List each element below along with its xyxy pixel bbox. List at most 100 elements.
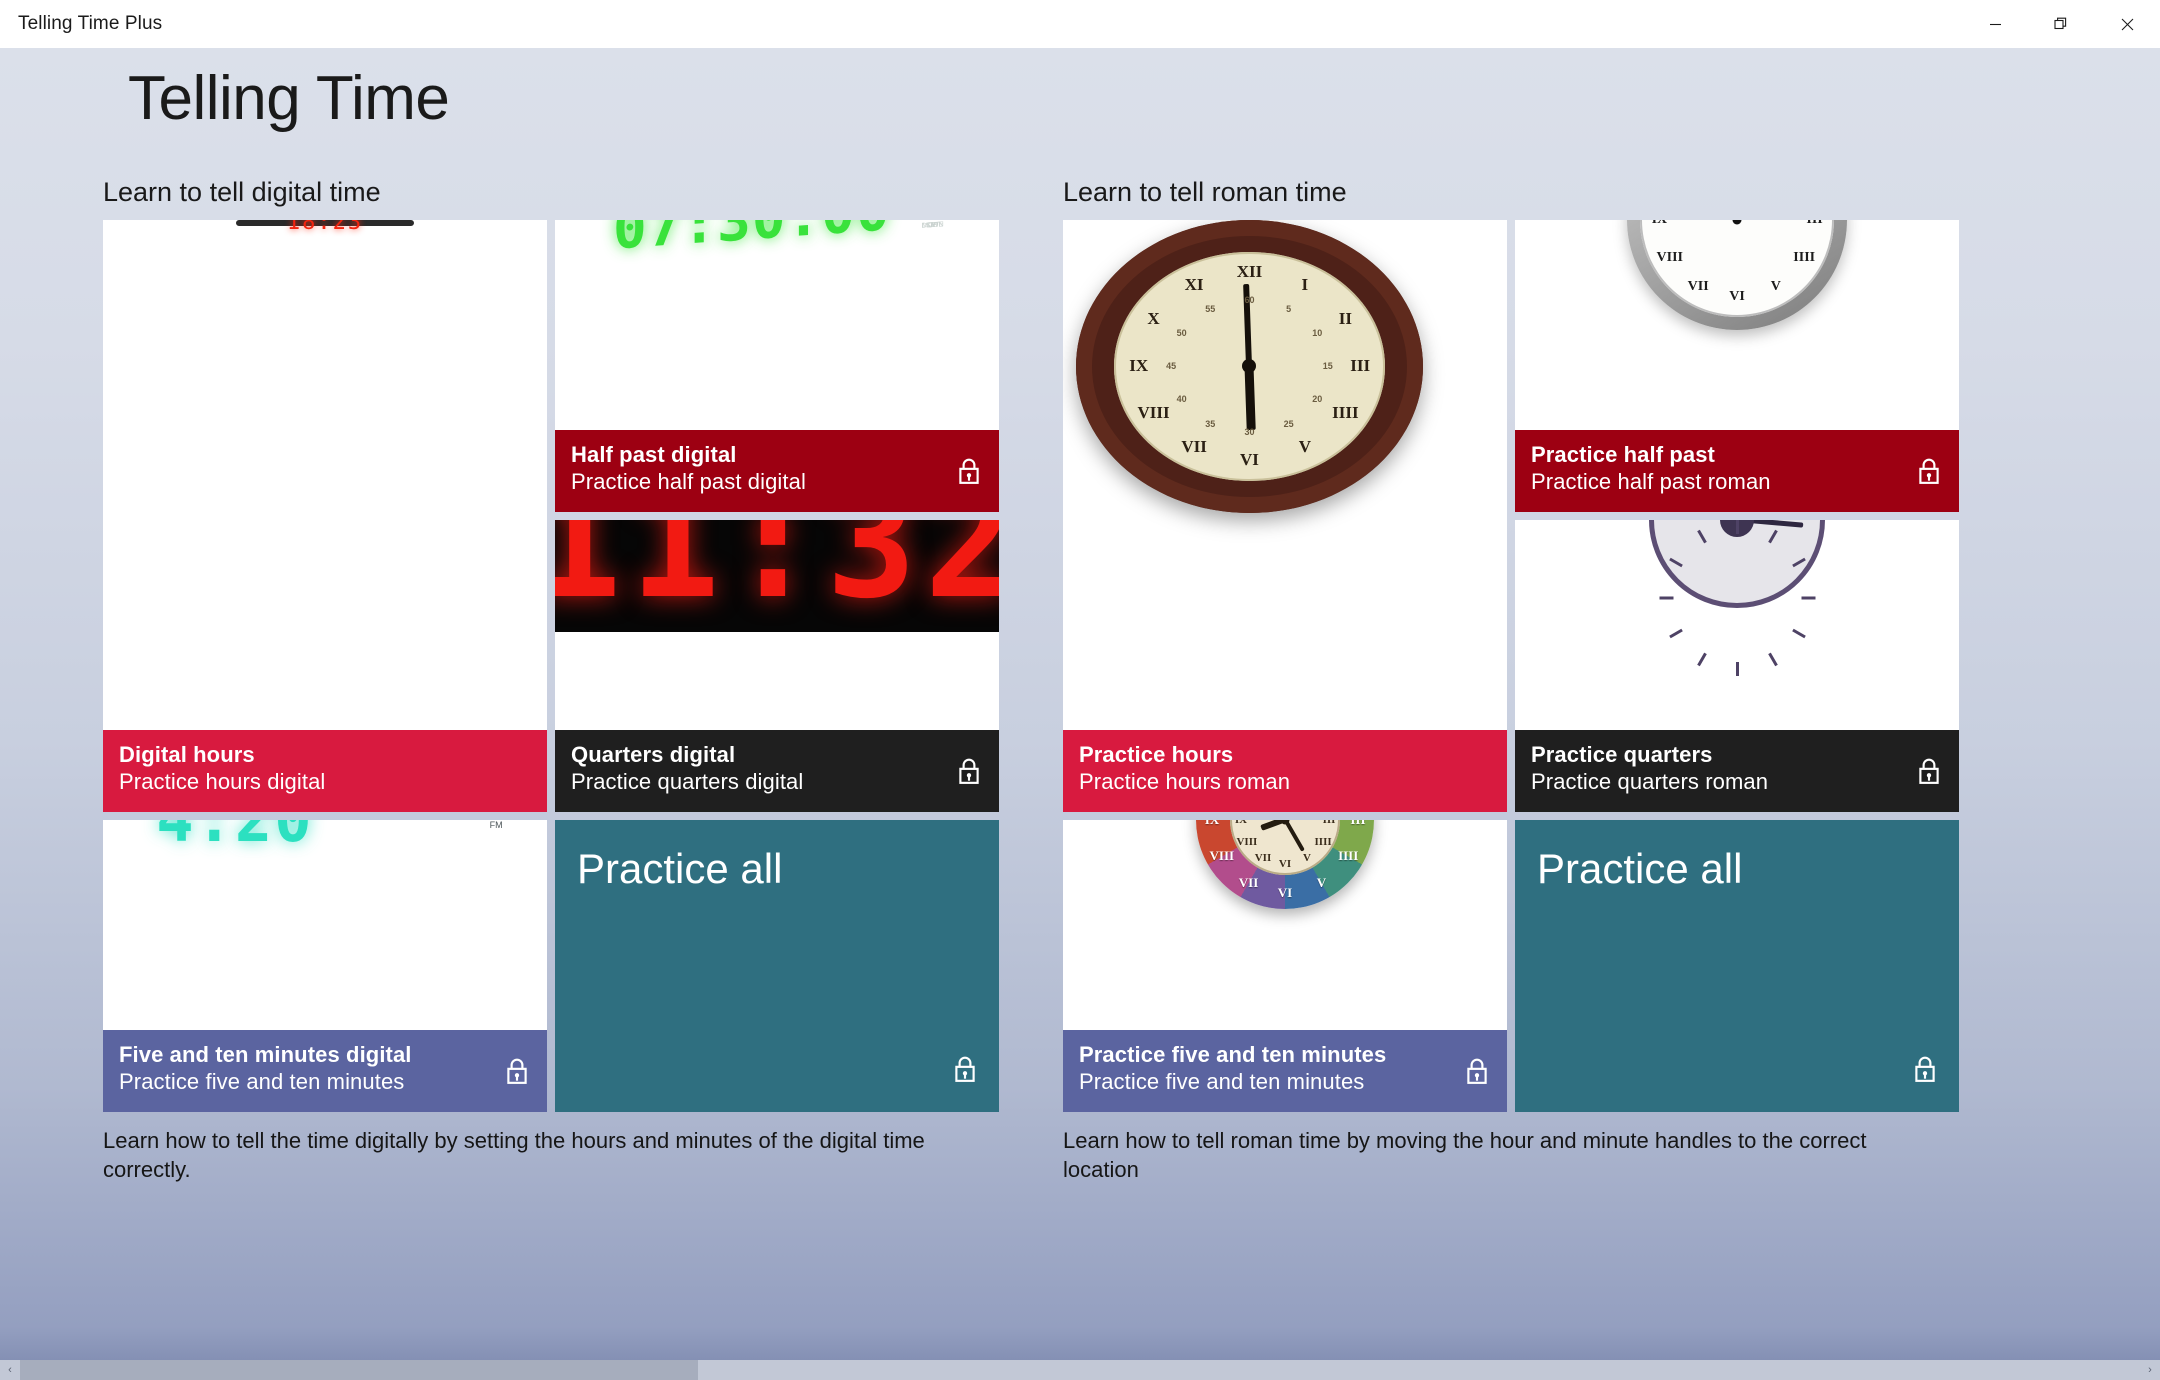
tile-caption: Digital hours Practice hours digital [103, 729, 547, 812]
clock-numeral: IX [1205, 820, 1219, 828]
scrollbar-track[interactable] [20, 1360, 2140, 1380]
art-label-right: FM [489, 819, 503, 830]
clock-minute-mark: 30 [1244, 427, 1255, 438]
close-icon [2121, 18, 2133, 30]
tile-grid-roman: I II III IIII V VI VII VIII IX X XI XII 5 10 15 20 25 30 3… [1063, 219, 1959, 1112]
tile-practice-quarters-roman[interactable]: Practice quarters Practice quarters roma… [1515, 519, 1959, 812]
clock-numeral: VIII [1236, 835, 1258, 848]
tile-grid-digital: 53 18:23 Digital hours Practice hours di… [103, 219, 999, 1112]
lock-icon [1913, 1055, 1937, 1088]
tile-practice-all-digital[interactable]: Practice all [555, 819, 999, 1112]
group-digital: Learn to tell digital time 53 18:23 Digi… [103, 177, 999, 1184]
tile-practice-all-roman[interactable]: Practice all [1515, 819, 1959, 1112]
restore-button[interactable] [2028, 0, 2094, 48]
clock-numeral: IIII [1338, 848, 1359, 864]
tile-title: Quarters digital [571, 741, 736, 767]
tile-caption: Quarters digital Practice quarters digit… [555, 729, 999, 812]
clock-minute-mark: 40 [1176, 394, 1187, 405]
clock-minute-mark: 5 [1286, 303, 1292, 314]
tile-subtitle: Practice hours roman [1079, 768, 1291, 794]
tile-quarters-digital[interactable]: 11:32 Quarters digital Practice quarters… [555, 519, 999, 812]
minimize-button[interactable] [1962, 0, 2028, 48]
app-surface: Telling Time Learn to tell digital time … [0, 48, 2160, 1380]
clock-tick [1659, 596, 1737, 600]
clock-numeral: VIII [1137, 403, 1170, 423]
tile-practice-hours-roman[interactable]: I II III IIII V VI VII VIII IX X XI XII 5 10 15 20 25 30 3… [1063, 219, 1507, 812]
clock-numeral: IIII [1314, 835, 1332, 848]
clock-numeral: V [1316, 874, 1327, 890]
restore-icon [2054, 17, 2067, 30]
clock-minute-mark: 20 [1312, 394, 1323, 405]
tile-caption: Practice hours Practice hours roman [1063, 729, 1507, 812]
close-button[interactable] [2094, 0, 2160, 48]
tile-caption: Practice five and ten minutes Practice f… [1063, 1029, 1507, 1112]
clock-minute-mark: 15 [1322, 361, 1333, 372]
tile-title: Five and ten minutes digital [119, 1041, 412, 1067]
clock-numeral: II [1338, 309, 1352, 329]
tile-subtitle: Practice quarters roman [1531, 768, 1769, 794]
clock-numeral: III [1322, 819, 1336, 826]
clock-numeral: I [1301, 275, 1309, 295]
scrollbar-thumb[interactable] [20, 1360, 699, 1380]
clock-numeral: III [1806, 220, 1822, 228]
lock-icon [957, 757, 981, 790]
clock-minute-mark: 55 [1205, 303, 1216, 314]
clock-tick [1737, 596, 1815, 600]
clock-numeral: XII [1236, 262, 1263, 282]
group-roman: Learn to tell roman time I II III IIII V… [1063, 177, 1959, 1184]
clock-numeral: IX [1652, 220, 1668, 228]
tile-half-past-digital[interactable]: 07:30.00 MODE SET UP DOWN Half past digi… [555, 219, 999, 512]
clock-numeral: III [1350, 820, 1365, 828]
tile-title: Practice hours [1079, 741, 1234, 767]
lock-icon [1917, 757, 1941, 790]
clock-numeral: VI [1240, 449, 1259, 469]
clock-minute-mark: 50 [1176, 328, 1187, 339]
tile-caption: Half past digital Practice half past dig… [555, 429, 999, 512]
art-digital-readout: 18:23 [286, 219, 364, 236]
page-title: Telling Time [128, 64, 450, 133]
clock-numeral: VI [1277, 884, 1293, 900]
art-digital-readout: 4:20 [156, 819, 314, 857]
tile-subtitle: Practice hours digital [119, 768, 326, 794]
tile-practice-half-past-roman[interactable]: IIIIIIIIIIVVIVIIVIIIIXXXIXII Practice ha… [1515, 219, 1959, 512]
clock-numeral: VIII [1209, 848, 1235, 864]
art-digital-readout: 11:32 [555, 519, 999, 632]
tile-title: Digital hours [119, 741, 255, 767]
clock-minute-mark: 35 [1205, 418, 1216, 429]
window-controls [1962, 0, 2160, 48]
clock-numeral: VII [1254, 851, 1272, 864]
group-scroller[interactable]: Learn to tell digital time 53 18:23 Digi… [0, 177, 2160, 1340]
tile-title: Half past digital [571, 441, 737, 467]
title-bar: Telling Time Plus [0, 0, 2160, 48]
clock-numeral: VII [1181, 437, 1207, 457]
clock-numeral: V [1303, 851, 1311, 864]
clock-minute-mark: 10 [1312, 328, 1323, 339]
minimize-icon [1989, 23, 2001, 25]
tile-practice-five-and-ten-minutes-roman[interactable]: OLD TOWNSTANDARD IIIIIIIIIIVVIVIIVIIIIXX… [1063, 819, 1507, 1112]
tile-caption: Practice half past Practice half past ro… [1515, 429, 1959, 512]
clock-minute-mark: 45 [1166, 361, 1177, 372]
group-heading-roman: Learn to tell roman time [1063, 177, 1347, 207]
lock-icon [1465, 1057, 1489, 1090]
group-footer-roman: Learn how to tell roman time by moving t… [1063, 1127, 1867, 1182]
clock-numeral: IIII [1793, 250, 1816, 266]
group-footer-digital: Learn how to tell the time digitally by … [103, 1127, 925, 1182]
tile-five-and-ten-minutes-digital[interactable]: 4:20 FM ALARM Five and ten minutes digit… [103, 819, 547, 1112]
scroll-right-arrow-icon[interactable]: › [2140, 1360, 2160, 1380]
tile-caption: Practice quarters Practice quarters roma… [1515, 729, 1959, 812]
clock-numeral: V [1298, 437, 1311, 457]
tile-title: Practice half past [1531, 441, 1715, 467]
tile-subtitle: Practice half past digital [571, 468, 806, 494]
tile-digital-hours[interactable]: 53 18:23 Digital hours Practice hours di… [103, 219, 547, 812]
lock-icon [1917, 457, 1941, 490]
tile-subtitle: Practice five and ten minutes [119, 1068, 405, 1094]
clock-numeral: X [1147, 309, 1160, 329]
art-digital-readout: 07:30.00 [613, 220, 891, 262]
scroll-left-arrow-icon[interactable]: ‹ [0, 1360, 20, 1380]
tile-title: Practice all [1537, 844, 1743, 892]
horizontal-scrollbar[interactable]: ‹ › [0, 1360, 2160, 1380]
clock-numeral: IX [1234, 819, 1248, 826]
tile-title: Practice all [577, 844, 783, 892]
tile-subtitle: Practice half past roman [1531, 468, 1771, 494]
clock-tick [1735, 519, 1739, 598]
